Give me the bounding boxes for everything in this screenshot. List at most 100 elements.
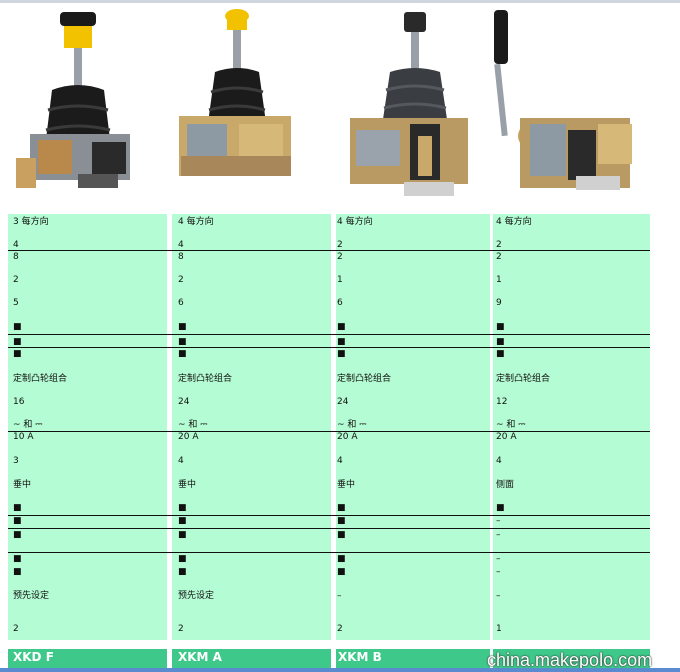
spec-cell: – xyxy=(496,591,501,601)
spec-cell: 4 xyxy=(178,456,184,466)
spec-cell: 垂中 xyxy=(13,480,32,490)
row-divider xyxy=(8,552,650,553)
row-divider xyxy=(8,515,650,516)
product-image-3 xyxy=(330,6,480,212)
spec-cell: 1 xyxy=(496,275,502,285)
spec-cell: 8 xyxy=(13,252,19,262)
spec-cell: 16 xyxy=(13,397,25,407)
spec-cell: 6 xyxy=(337,298,343,308)
spec-cell: ■ xyxy=(178,567,187,577)
spec-cell: 4 xyxy=(337,456,343,466)
row-divider xyxy=(8,528,650,529)
model-label: XKM B xyxy=(338,650,382,664)
spec-cell: 12 xyxy=(496,397,508,407)
spec-cell: – xyxy=(496,567,501,577)
spec-cell: ■ xyxy=(337,554,346,564)
spec-cell: 4 每方向 xyxy=(337,217,373,227)
spec-cell: 4 每方向 xyxy=(496,217,532,227)
spec-cell: ■ xyxy=(496,349,505,359)
spec-cell: ■ xyxy=(178,322,187,332)
spec-cell: 2 xyxy=(178,624,184,634)
row-divider xyxy=(8,347,650,348)
spec-cell: ■ xyxy=(337,349,346,359)
spec-cell: – xyxy=(337,591,342,601)
spec-cell: 9 xyxy=(496,298,502,308)
spec-cell: 1 xyxy=(337,275,343,285)
spec-cell: 2 xyxy=(178,275,184,285)
spec-cell: 24 xyxy=(337,397,349,407)
spec-cell: ■ xyxy=(496,337,505,347)
spec-cell: 5 xyxy=(13,298,19,308)
spec-cell: ■ xyxy=(13,530,22,540)
spec-cell: 20 A xyxy=(496,432,517,442)
spec-cell: 预先设定 xyxy=(13,591,50,601)
spec-cell: 6 xyxy=(178,298,184,308)
spec-cell: 定制凸轮组合 xyxy=(13,374,68,384)
spec-cell: – xyxy=(496,516,501,526)
product-image-4 xyxy=(490,6,640,212)
spec-cell: 2 xyxy=(496,240,502,250)
spec-cell: – xyxy=(496,554,501,564)
top-border xyxy=(0,0,680,3)
spec-cell: 4 xyxy=(178,240,184,250)
spec-cell: 垂中 xyxy=(337,480,356,490)
spec-cell: 2 xyxy=(337,252,343,262)
spec-cell: 预先设定 xyxy=(178,591,215,601)
model-label: XKM A xyxy=(178,650,222,664)
spec-cell: ■ xyxy=(337,322,346,332)
spec-cell: – xyxy=(496,530,501,540)
spec-cell: 定制凸轮组合 xyxy=(337,374,392,384)
spec-cell: 3 每方向 xyxy=(13,217,49,227)
spec-cell: ■ xyxy=(178,554,187,564)
spec-cell: ■ xyxy=(13,349,22,359)
spec-cell: ■ xyxy=(178,337,187,347)
spec-cell: ■ xyxy=(496,322,505,332)
spec-cell: ~ 和 ⎓ xyxy=(13,420,43,430)
spec-cell: 垂中 xyxy=(178,480,197,490)
spec-cell: 8 xyxy=(178,252,184,262)
spec-cell: 2 xyxy=(496,252,502,262)
spec-cell: ■ xyxy=(13,554,22,564)
spec-cell: ■ xyxy=(337,530,346,540)
row-divider xyxy=(8,431,650,432)
spec-cell: ■ xyxy=(178,516,187,526)
spec-cell: ■ xyxy=(178,530,187,540)
row-divider xyxy=(8,250,650,251)
spec-cell: ■ xyxy=(178,349,187,359)
spec-cell: ■ xyxy=(337,516,346,526)
spec-cell: ~ 和 ⎓ xyxy=(496,420,526,430)
spec-cell: ■ xyxy=(13,503,22,513)
bottom-border xyxy=(0,668,680,672)
spec-cell: ■ xyxy=(13,337,22,347)
spec-cell: ■ xyxy=(178,503,187,513)
spec-cell: ■ xyxy=(337,337,346,347)
spec-cell: 24 xyxy=(178,397,190,407)
product-image-2 xyxy=(169,6,319,212)
spec-cell: 定制凸轮组合 xyxy=(496,374,551,384)
spec-cell: 定制凸轮组合 xyxy=(178,374,233,384)
spec-cell: 4 每方向 xyxy=(178,217,214,227)
spec-cell: 2 xyxy=(13,275,19,285)
spec-cell: 4 xyxy=(496,456,502,466)
spec-cell: 2 xyxy=(337,240,343,250)
model-label: XKD F xyxy=(13,650,54,664)
spec-cell: ~ 和 ⎓ xyxy=(337,420,367,430)
spec-cell: ~ 和 ⎓ xyxy=(178,420,208,430)
spec-cell: 3 xyxy=(13,456,19,466)
spec-cell: 10 A xyxy=(13,432,34,442)
product-image-1 xyxy=(8,6,158,212)
spec-cell: 2 xyxy=(337,624,343,634)
spec-cell: 侧面 xyxy=(496,480,515,490)
spec-cell: 20 A xyxy=(337,432,358,442)
row-divider xyxy=(8,334,650,335)
spec-cell: ■ xyxy=(13,516,22,526)
spec-cell: ■ xyxy=(337,567,346,577)
spec-cell: ■ xyxy=(337,503,346,513)
spec-cell: ■ xyxy=(13,322,22,332)
spec-cell: 20 A xyxy=(178,432,199,442)
spec-cell: 4 xyxy=(13,240,19,250)
spec-cell: ■ xyxy=(496,503,505,513)
spec-cell: 2 xyxy=(13,624,19,634)
spec-cell: ■ xyxy=(13,567,22,577)
spec-cell: 1 xyxy=(496,624,502,634)
